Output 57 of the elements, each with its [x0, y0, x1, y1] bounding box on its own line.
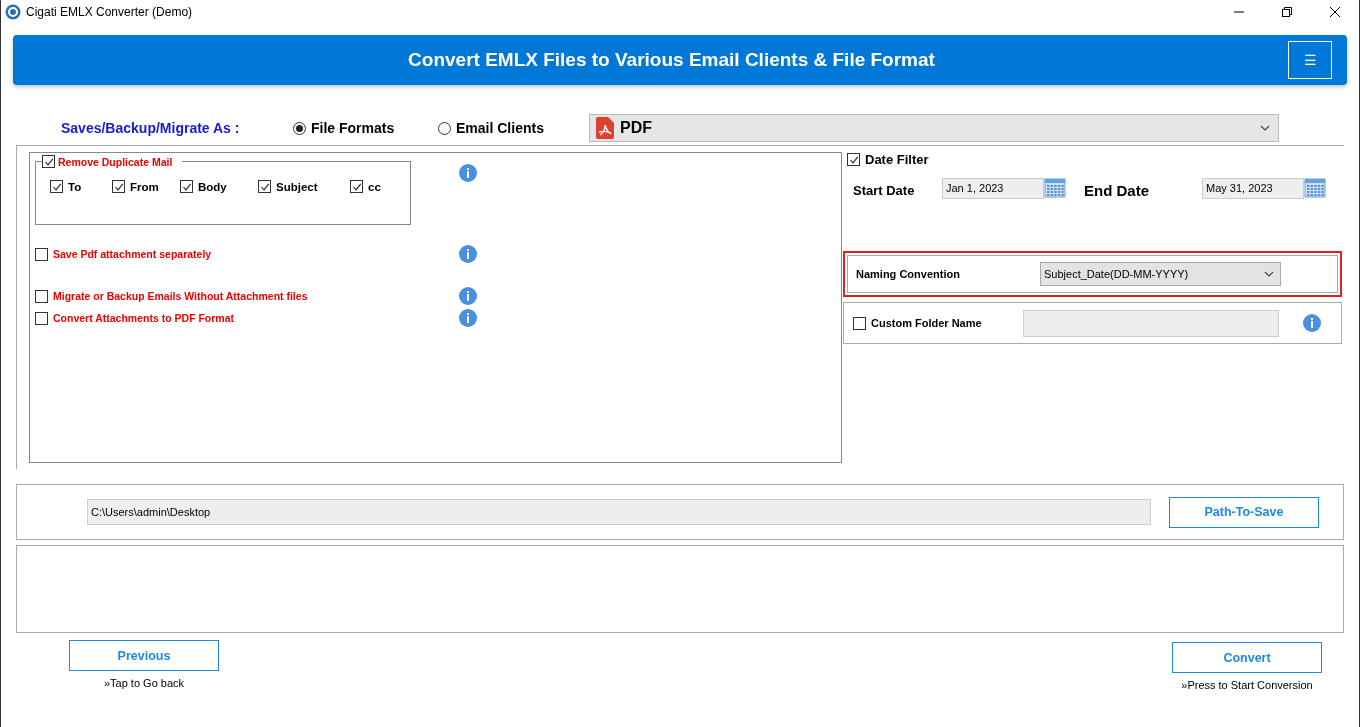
option-label: Remove Duplicate Mail	[58, 155, 173, 168]
end-date-label: End Date	[1084, 182, 1150, 199]
naming-dropdown[interactable]: Subject_Date(DD-MM-YYYY)	[1040, 262, 1281, 286]
field-checkbox[interactable]: To	[50, 180, 112, 193]
checkbox[interactable]	[42, 155, 55, 168]
checkbox[interactable]	[350, 180, 363, 193]
convert-hint: »Press to Start Conversion	[1181, 679, 1313, 691]
checkbox[interactable]	[180, 180, 193, 193]
checkbox[interactable]	[35, 289, 48, 303]
maximize-icon[interactable]	[1282, 7, 1292, 17]
checkbox[interactable]	[112, 180, 125, 193]
naming-convention-label: Naming Convention	[856, 268, 961, 280]
close-icon[interactable]	[1330, 7, 1340, 17]
app-logo-icon	[5, 4, 21, 20]
radio-option[interactable]: File Formats	[293, 120, 438, 136]
radio-option[interactable]: Email Clients	[438, 120, 583, 136]
format-value: PDF	[620, 119, 653, 137]
path-to-save-button[interactable]: Path-To-Save	[1169, 496, 1319, 528]
option-checkbox[interactable]: Migrate or Backup Emails Without Attachment files	[35, 289, 459, 303]
checkbox[interactable]	[258, 180, 271, 193]
info-icon[interactable]	[1303, 314, 1321, 332]
pdf-file-icon	[596, 117, 614, 139]
info-icon[interactable]	[459, 245, 477, 263]
chevron-down-icon	[1264, 271, 1274, 277]
checkbox[interactable]	[847, 153, 860, 166]
field-checkbox[interactable]: From	[112, 180, 180, 193]
date-filter-checkbox[interactable]: Date Filter	[847, 152, 929, 167]
start-date-field[interactable]: Jan 1, 2023	[942, 177, 1044, 199]
option-checkbox[interactable]: Convert Attachments to PDF Format	[35, 311, 459, 325]
checkbox[interactable]	[50, 180, 63, 193]
header-title: Convert EMLX Files to Various Email Clients & File Format	[407, 49, 936, 71]
field-checkbox[interactable]: cc	[350, 180, 381, 193]
previous-hint: »Tap to Go back	[103, 677, 185, 689]
path-field[interactable]: C:\Users\admin\Desktop	[87, 499, 1151, 525]
field-checkbox[interactable]: Body	[180, 180, 258, 193]
checkbox[interactable]	[35, 247, 48, 261]
calendar-icon[interactable]	[1044, 177, 1066, 199]
naming-value: Subject_Date(DD-MM-YYYY)	[1044, 268, 1189, 280]
menu-button[interactable]: ☰	[1288, 41, 1332, 79]
checkbox[interactable]	[853, 316, 866, 330]
format-dropdown[interactable]: PDF	[589, 114, 1279, 142]
calendar-icon[interactable]	[1304, 177, 1326, 199]
chevron-down-icon	[1260, 125, 1270, 131]
checkbox[interactable]	[35, 311, 48, 325]
info-icon[interactable]	[459, 287, 477, 305]
window-title: Cigati EMLX Converter (Demo)	[26, 5, 194, 19]
option-checkbox[interactable]: Save Pdf attachment separately	[35, 247, 459, 261]
info-icon[interactable]	[459, 309, 477, 327]
custom-folder-checkbox[interactable]: Custom Folder Name	[853, 316, 1023, 330]
convert-button[interactable]: Convert	[1172, 642, 1322, 673]
folder-name-field[interactable]	[1023, 309, 1279, 337]
info-icon[interactable]	[459, 164, 477, 182]
start-date-label: Start Date	[853, 183, 916, 198]
previous-button[interactable]: Previous	[69, 640, 219, 671]
save-as-label: Saves/Backup/Migrate As :	[61, 120, 241, 136]
field-checkbox[interactable]: Subject	[258, 180, 350, 193]
end-date-field[interactable]: May 31, 2023	[1202, 177, 1304, 199]
